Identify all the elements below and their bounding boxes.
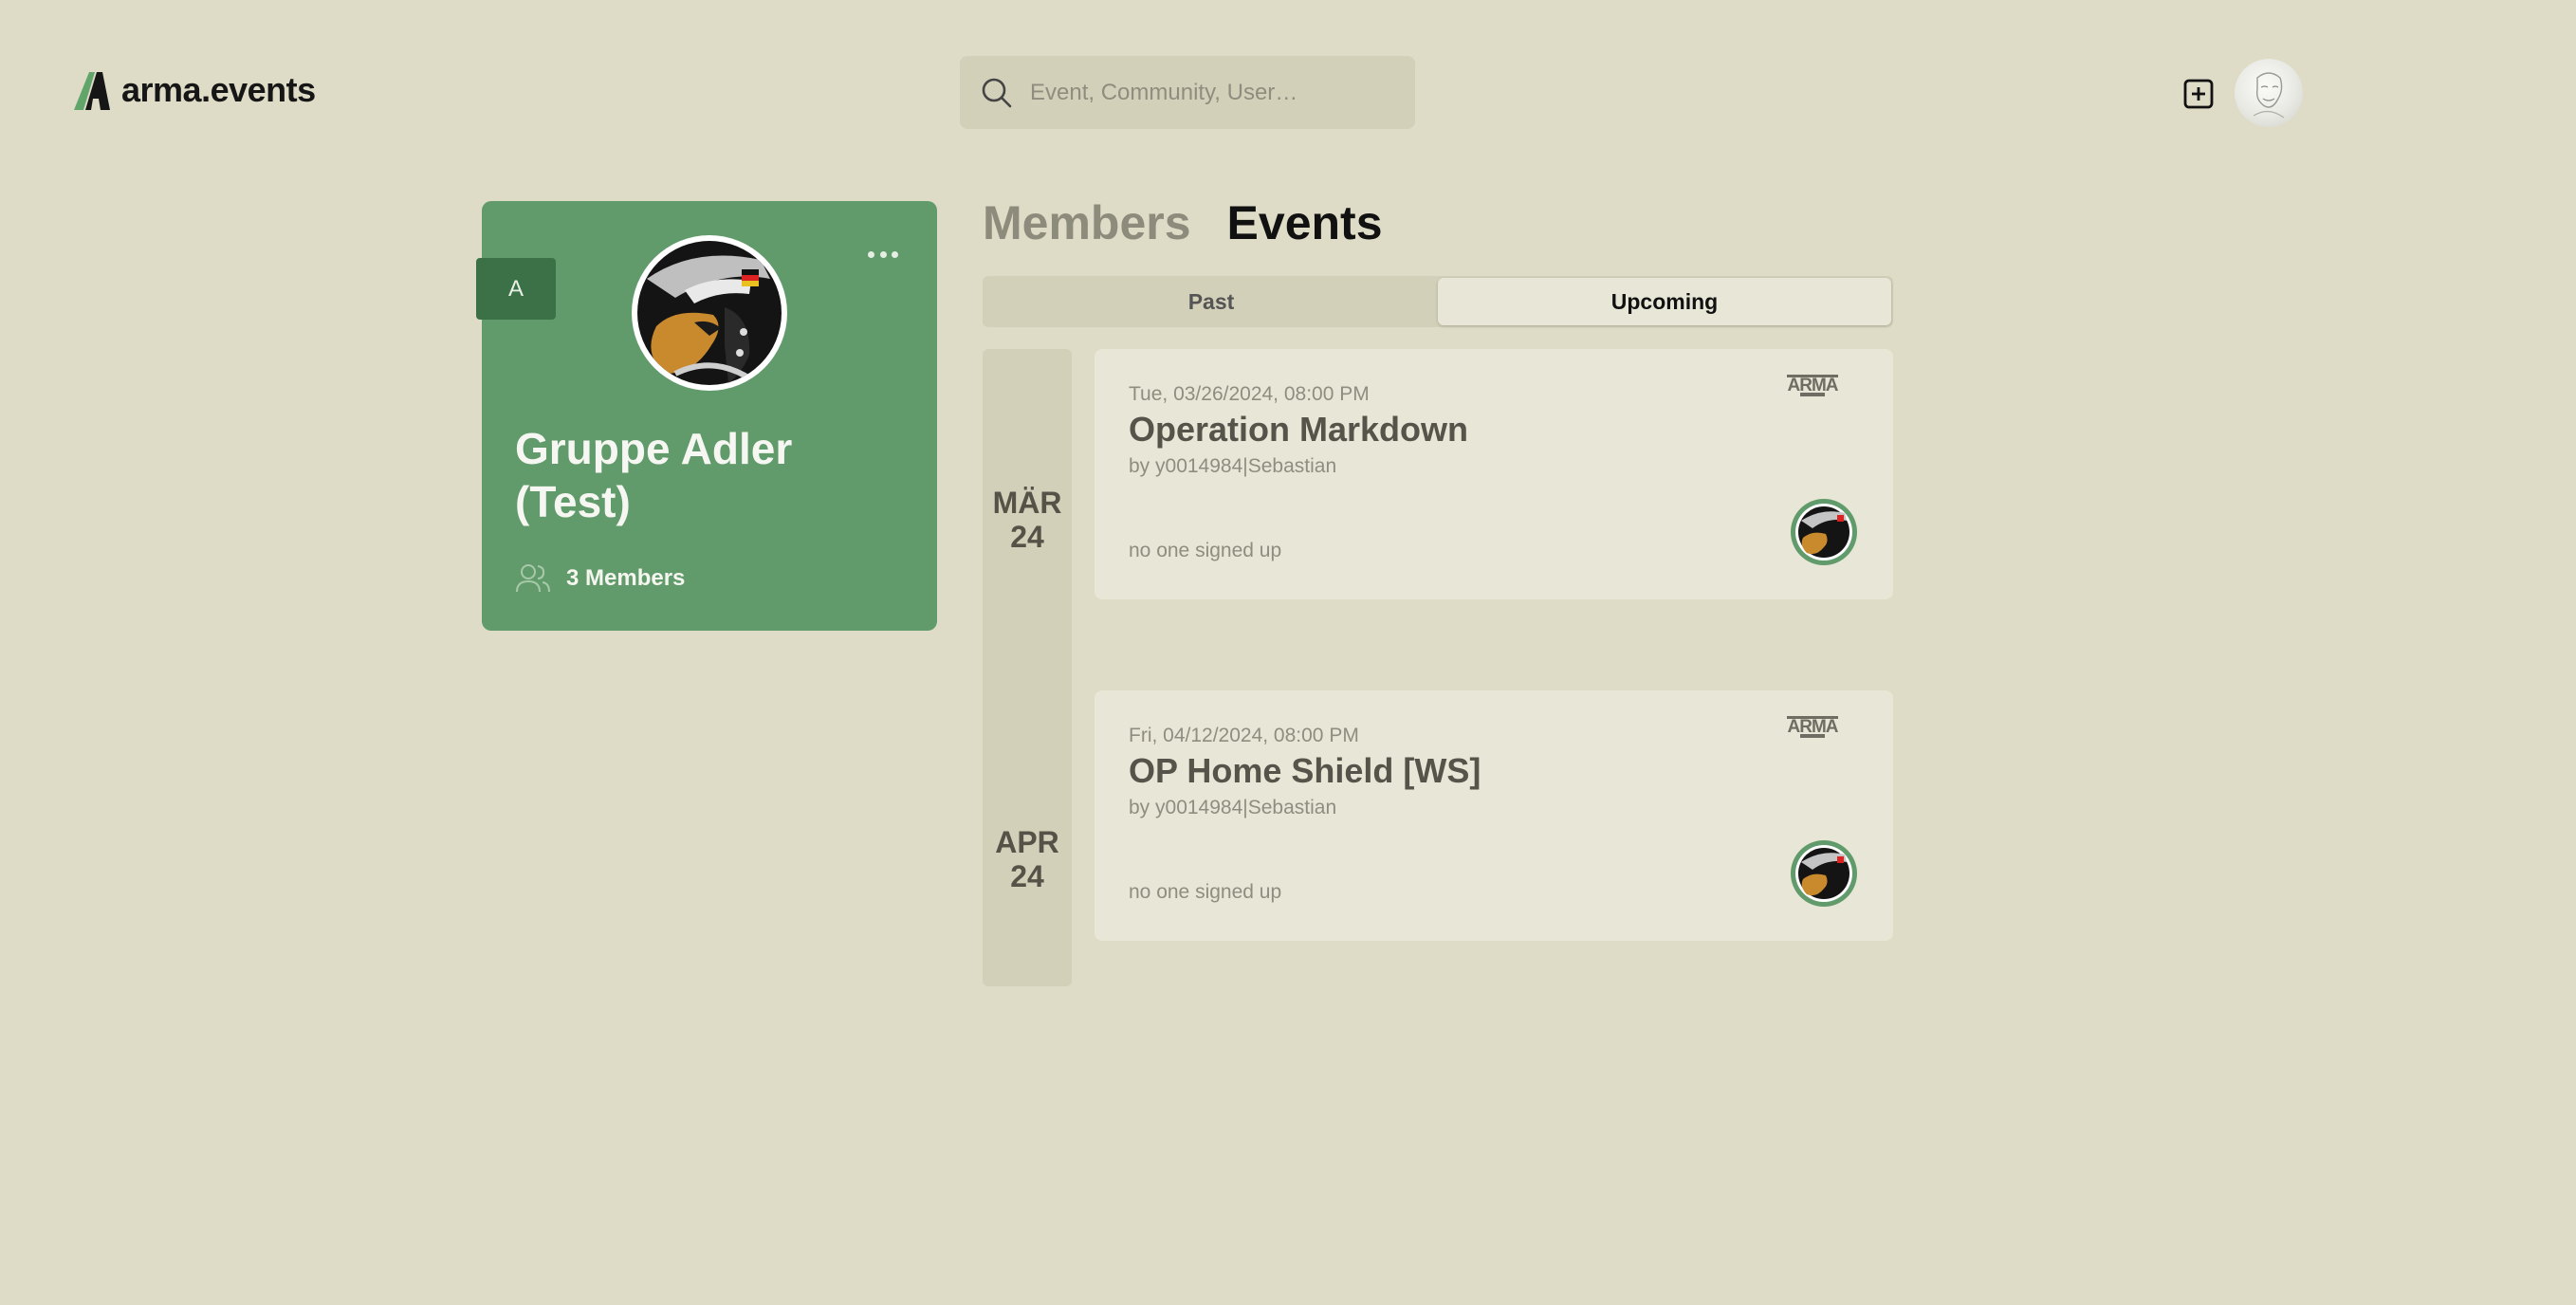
members-count: 3 Members — [566, 565, 686, 591]
date-year: 24 — [1010, 859, 1044, 893]
tab-members[interactable]: Members — [983, 195, 1191, 250]
more-horizontal-icon — [868, 250, 874, 258]
members-link[interactable]: 3 Members — [515, 561, 685, 596]
site-logo[interactable]: arma.events — [72, 70, 316, 110]
svg-text:ARMA: ARMA — [1788, 376, 1839, 395]
arma-events-logo-icon — [72, 70, 110, 110]
date-year: 24 — [1010, 520, 1044, 554]
date-marker: MÄR 24 — [983, 486, 1072, 554]
arma-logo-icon: ARMA — [1783, 713, 1842, 742]
event-date: Tue, 03/26/2024, 08:00 PM — [1129, 383, 1370, 405]
event-title: Operation Markdown — [1129, 410, 1469, 449]
upcoming-button[interactable]: Upcoming — [1438, 278, 1891, 325]
date-timeline: MÄR 24 APR 24 — [983, 349, 1072, 986]
event-title: OP Home Shield [WS] — [1129, 751, 1481, 790]
more-options-button[interactable] — [868, 245, 898, 264]
svg-text:ARMA: ARMA — [1788, 717, 1839, 737]
event-author: by y0014984|Sebastian — [1129, 455, 1337, 477]
event-author: by y0014984|Sebastian — [1129, 797, 1337, 818]
eagle-emblem-icon — [1791, 499, 1857, 565]
past-button[interactable]: Past — [984, 278, 1438, 325]
search-icon — [981, 77, 1013, 109]
eagle-emblem-icon — [1791, 840, 1857, 907]
date-marker: APR 24 — [983, 825, 1072, 893]
event-signup-status: no one signed up — [1129, 881, 1282, 903]
event-card[interactable]: Fri, 04/12/2024, 08:00 PM OP Home Shield… — [1095, 690, 1893, 941]
tab-events[interactable]: Events — [1227, 195, 1383, 250]
plus-square-icon — [2182, 78, 2215, 110]
event-signup-status: no one signed up — [1129, 540, 1282, 561]
date-month: MÄR — [992, 486, 1062, 520]
event-card[interactable]: Tue, 03/26/2024, 08:00 PM Operation Mark… — [1095, 349, 1893, 599]
arma-logo-icon: ARMA — [1783, 372, 1842, 400]
event-date: Fri, 04/12/2024, 08:00 PM — [1129, 725, 1359, 746]
role-badge: A — [476, 258, 556, 320]
users-icon — [515, 561, 551, 596]
section-tabs: Members Events — [983, 195, 1383, 250]
group-name: Gruppe Adler (Test) — [515, 424, 793, 526]
user-avatar[interactable] — [2235, 59, 2303, 127]
create-button[interactable] — [2182, 78, 2215, 110]
search-input[interactable] — [1030, 79, 1390, 106]
event-filter-toggle: Past Upcoming — [983, 276, 1893, 327]
search-bar[interactable] — [960, 56, 1415, 129]
logo-text: arma.events — [121, 70, 316, 109]
date-month: APR — [995, 825, 1059, 859]
eagle-emblem-icon — [632, 235, 787, 391]
